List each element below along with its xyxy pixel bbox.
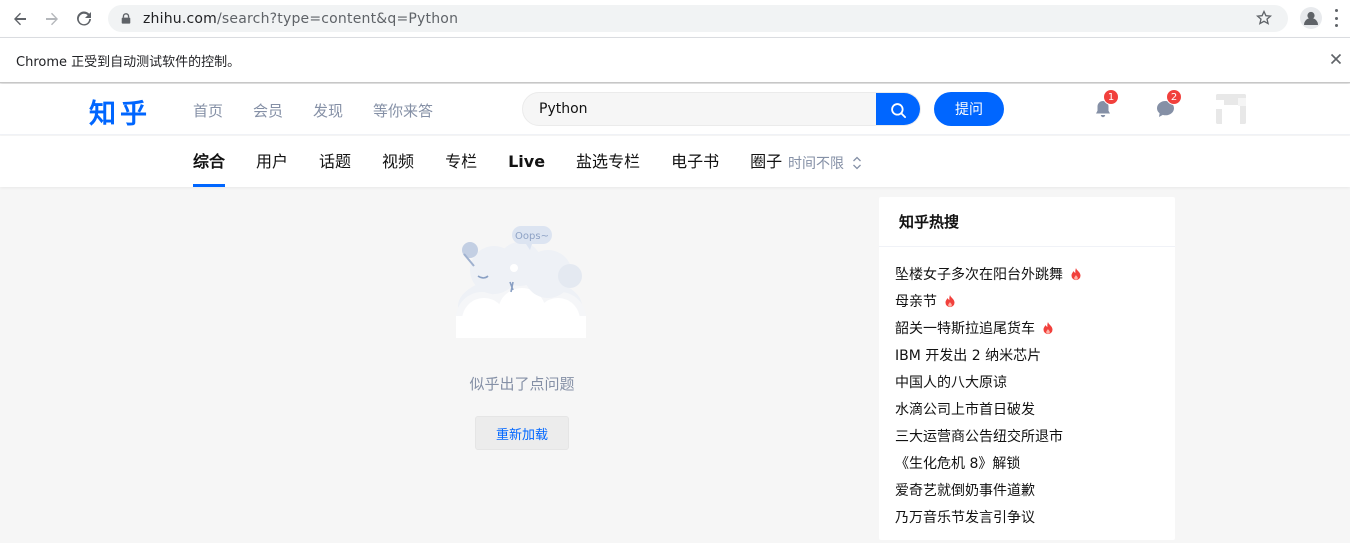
- url-host: zhihu.com: [143, 10, 218, 27]
- menu-kebab-icon[interactable]: [1333, 9, 1339, 27]
- tab-videos[interactable]: 视频: [382, 136, 414, 187]
- sort-arrows-icon: [853, 156, 861, 170]
- hot-search-item[interactable]: IBM 开发出 2 纳米芯片: [895, 341, 1175, 368]
- hot-search-text[interactable]: 坠楼女子多次在阳台外跳舞: [895, 264, 1063, 284]
- site-header: 知乎 首页 会员 发现 等你来答 Python 提问 1 2: [0, 84, 1350, 135]
- hot-search-item[interactable]: 韶关一特斯拉追尾货车: [895, 314, 1175, 341]
- hot-search-item[interactable]: 爱奇艺就倒奶事件道歉: [895, 476, 1175, 503]
- hot-search-text[interactable]: 韶关一特斯拉追尾货车: [895, 318, 1035, 338]
- ask-question-button[interactable]: 提问: [934, 92, 1004, 126]
- search-icon: [890, 102, 906, 118]
- url-text: zhihu.com/search?type=content&q=Python: [143, 11, 458, 27]
- search-type-tabs: 综合 用户 话题 视频 专栏 Live 盐选专栏 电子书 圈子 时间不限: [0, 136, 1350, 187]
- hot-search-item[interactable]: 水滴公司上市首日破发: [895, 395, 1175, 422]
- hot-search-item[interactable]: 中国人的八大原谅: [895, 368, 1175, 395]
- hot-search-text[interactable]: 中国人的八大原谅: [895, 372, 1007, 392]
- reload-icon[interactable]: [73, 8, 95, 30]
- error-illustration: Oops~: [450, 224, 592, 344]
- time-filter-label: 时间不限: [788, 156, 844, 172]
- top-nav: 首页 会员 发现 等你来答: [193, 100, 433, 121]
- hot-search-text[interactable]: 《生化危机 8》解锁: [895, 453, 1020, 473]
- oops-text: Oops~: [515, 231, 549, 242]
- notification-bell-icon[interactable]: 1: [1093, 89, 1119, 119]
- tab-topics[interactable]: 话题: [319, 136, 351, 187]
- search-input[interactable]: Python: [539, 101, 588, 117]
- message-badge: 2: [1166, 89, 1182, 105]
- hot-search-text[interactable]: 水滴公司上市首日破发: [895, 399, 1035, 419]
- hot-search-title: 知乎热搜: [879, 197, 1175, 247]
- url-path: /search?type=content&q=Python: [217, 10, 459, 27]
- fire-icon: [1071, 267, 1081, 280]
- search-button[interactable]: [876, 93, 920, 125]
- infobar-message: Chrome 正受到自动测试软件的控制。: [16, 54, 241, 70]
- notification-badge: 1: [1103, 89, 1119, 105]
- lock-icon: [119, 12, 133, 26]
- browser-toolbar: zhihu.com/search?type=content&q=Python: [0, 0, 1350, 37]
- hot-search-text[interactable]: 爱奇艺就倒奶事件道歉: [895, 480, 1035, 500]
- hot-search-item[interactable]: 母亲节: [895, 287, 1175, 314]
- nav-waiting-answers[interactable]: 等你来答: [373, 100, 433, 121]
- time-filter-select[interactable]: 时间不限: [788, 153, 862, 173]
- hot-search-list: 坠楼女子多次在阳台外跳舞 母亲节 韶关一特斯拉追尾货车 IBM 开发出 2 纳米…: [879, 247, 1175, 530]
- tab-live[interactable]: Live: [508, 136, 545, 187]
- tab-ebooks[interactable]: 电子书: [671, 136, 719, 187]
- close-icon[interactable]: [1328, 51, 1344, 67]
- messages-icon[interactable]: 2: [1155, 89, 1182, 119]
- tab-salt-columns[interactable]: 盐选专栏: [576, 136, 640, 187]
- hot-search-text[interactable]: IBM 开发出 2 纳米芯片: [895, 345, 1041, 365]
- search-bar[interactable]: Python: [522, 92, 921, 126]
- forward-icon[interactable]: [41, 8, 63, 30]
- nav-discover[interactable]: 发现: [313, 100, 343, 121]
- zhihu-logo[interactable]: 知乎: [89, 92, 151, 131]
- hot-search-text[interactable]: 母亲节: [895, 291, 937, 311]
- fire-icon: [945, 294, 955, 307]
- tab-users[interactable]: 用户: [256, 136, 288, 187]
- hot-search-item[interactable]: 三大运营商公告纽交所退市: [895, 422, 1175, 449]
- fire-icon: [1043, 321, 1053, 334]
- hot-search-item[interactable]: 坠楼女子多次在阳台外跳舞: [895, 260, 1175, 287]
- profile-icon[interactable]: [1300, 7, 1322, 29]
- nav-membership[interactable]: 会员: [253, 100, 283, 121]
- hot-search-item[interactable]: 乃万音乐节发言引争议: [895, 503, 1175, 530]
- hot-search-text[interactable]: 乃万音乐节发言引争议: [895, 507, 1035, 527]
- tab-circles[interactable]: 圈子: [750, 136, 782, 187]
- avatar[interactable]: [1216, 94, 1246, 124]
- tab-general[interactable]: 综合: [193, 136, 226, 187]
- nav-home[interactable]: 首页: [193, 100, 223, 121]
- tab-columns[interactable]: 专栏: [445, 136, 477, 187]
- automation-infobar: Chrome 正受到自动测试软件的控制。: [0, 37, 1350, 83]
- hot-search-card: 知乎热搜 坠楼女子多次在阳台外跳舞 母亲节 韶关一特斯拉追尾货车 IBM 开发出…: [879, 197, 1175, 540]
- reload-button[interactable]: 重新加载: [475, 416, 569, 450]
- hot-search-item[interactable]: 《生化危机 8》解锁: [895, 449, 1175, 476]
- bookmark-star-icon[interactable]: [1255, 9, 1273, 26]
- back-icon[interactable]: [9, 8, 31, 30]
- hot-search-text[interactable]: 三大运营商公告纽交所退市: [895, 426, 1063, 446]
- error-message: 似乎出了点问题: [469, 375, 575, 393]
- address-bar[interactable]: zhihu.com/search?type=content&q=Python: [108, 5, 1288, 32]
